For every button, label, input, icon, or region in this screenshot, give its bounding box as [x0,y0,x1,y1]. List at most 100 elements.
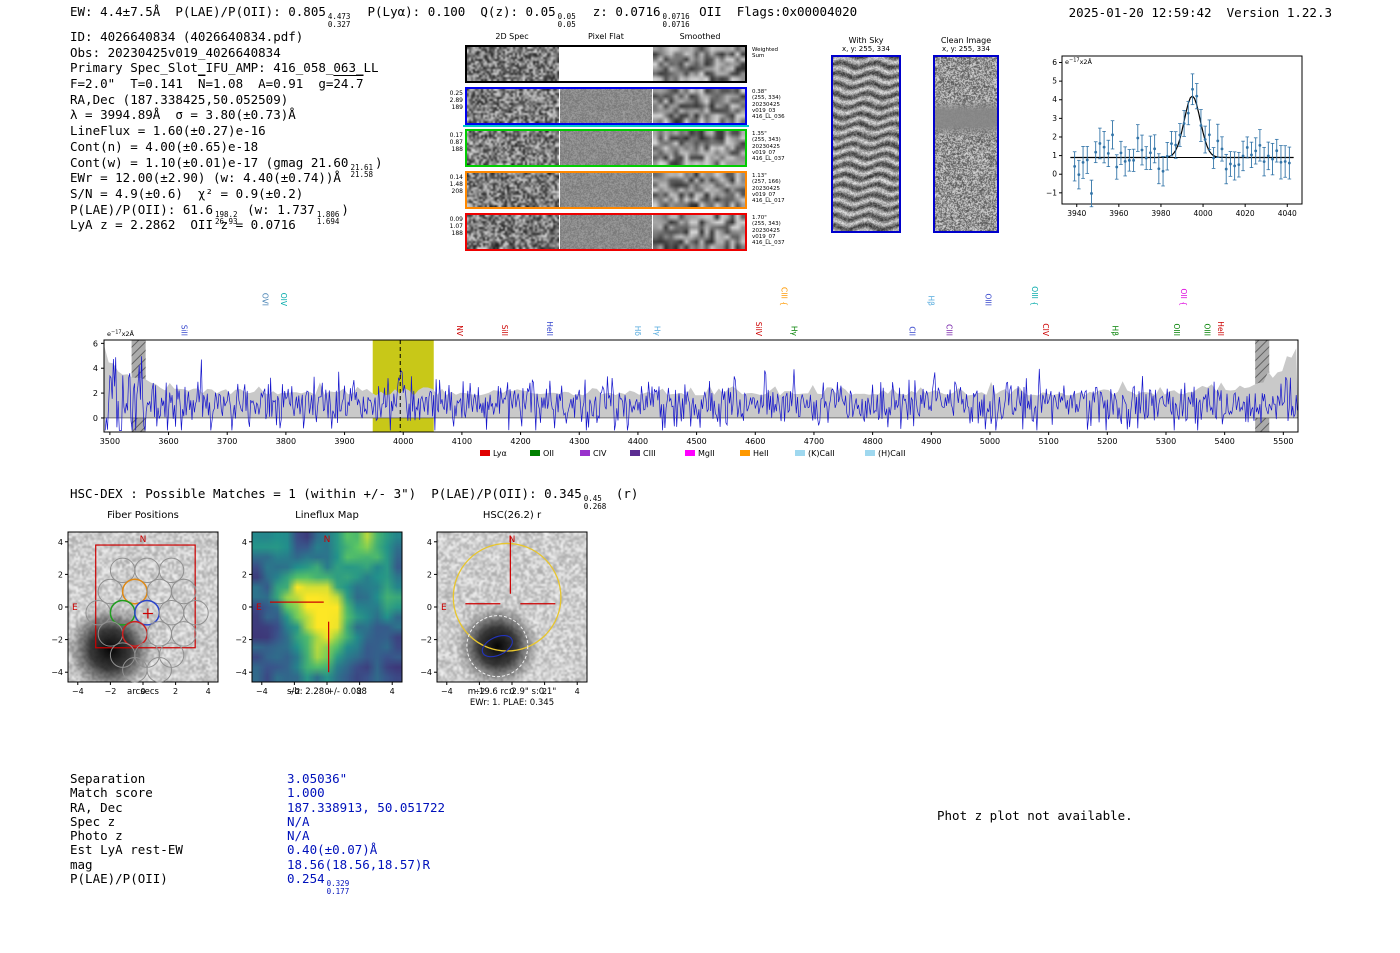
lineflux-map-axes: −4−4−2−2002244s/b: 2.28 +/- 0.088NE [235,531,403,697]
emission-line-label: SiIV [754,322,763,337]
emission-line-label: Hβ [1111,326,1120,337]
svg-text:0: 0 [242,603,247,612]
emission-line-label: OIII { [1030,286,1039,306]
svg-text:4: 4 [427,538,432,547]
withsky-image [831,55,901,233]
match-table-row: P(LAE)/P(OII) 0.254 0.329 0.177 [70,871,350,896]
smoothed-image [653,131,745,165]
spec2d-row-values: 0.09 1.07 188 [449,216,463,237]
svg-text:−2: −2 [235,636,247,645]
svg-text:4020: 4020 [1236,209,1255,218]
svg-text:2: 2 [1052,132,1057,141]
spec2d-col-header: Pixel Flat [588,32,624,41]
svg-text:2: 2 [58,570,63,579]
svg-text:4000: 4000 [1194,209,1213,218]
info-line: S/N = 4.9(±0.6) χ² = 0.9(±0.2) [70,185,304,201]
spec2d-col-header: Smoothed [679,32,721,41]
svg-text:s/b: 2.28 +/- 0.088: s/b: 2.28 +/- 0.088 [287,687,367,697]
spec2d-row [465,171,747,209]
svg-text:2: 2 [93,389,98,398]
clean-image [933,55,999,233]
withsky-title: With Sky [848,36,884,45]
svg-text:4000: 4000 [393,437,413,446]
svg-text:5300: 5300 [1156,437,1176,446]
emission-line-label: OII { [1179,289,1188,306]
svg-text:0: 0 [58,603,63,612]
svg-text:4500: 4500 [686,437,706,446]
emission-line-label: Hγ [790,326,799,337]
pixelflat-image [560,215,652,249]
compass-east-label: E [256,603,262,613]
info-line: EWr = 12.00(±2.90) (w: 4.40(±0.74))Å [70,170,341,186]
withsky-panel: With Sky x, y: 255, 334 [828,36,904,233]
emission-line-label: Hδ [633,326,642,337]
spec2d-row [465,213,747,251]
legend-label: (H)CaII [878,449,905,458]
svg-text:6: 6 [1052,58,1057,67]
photz-note: Phot z plot not available. [937,808,1133,823]
svg-text:4: 4 [58,538,63,547]
compass-north-label: N [324,535,331,545]
match-table-row: Separation 3.05036" [70,771,348,786]
svg-text:5400: 5400 [1214,437,1234,446]
emission-line-label: Hβ [926,296,935,307]
info-line: Primary Spec_Slot_IFU_AMP: 416_058_063_L… [70,60,379,76]
svg-text:−1: −1 [1046,188,1057,197]
clean-image-panel: Clean Image x, y: 255, 334 [930,36,1002,233]
header-summary: EW: 4.4±7.5Å P(LAE)/P(OII): 0.805 4.473 0.… [70,4,858,29]
spec2d-image [467,47,559,81]
info-line: Obs: 20230425v019_4026640834 [70,44,281,60]
svg-text:−2: −2 [51,636,63,645]
svg-text:5500: 5500 [1273,437,1293,446]
info-line: ID: 4026640834 (4026640834.pdf) [70,29,304,44]
svg-text:−2: −2 [104,687,116,696]
svg-text:0: 0 [93,414,98,423]
emission-line-label: SiII [179,325,188,336]
spec2d-row-meta: Weighted Sum [752,47,779,60]
fiber-positions-axes: −4−4−2−2002244arcsecsNE [51,531,219,697]
emission-line-label: HeII [545,321,554,336]
pixelflat-image [560,131,652,165]
spec2d-row-meta: 0.38" (255, 334) 20230425 v019_03 416_LL_036 [752,89,785,121]
svg-text:3600: 3600 [158,437,178,446]
spec2d-row [465,45,747,83]
zoom-plot-svg: 3940 3960 3980 4000 4020 4040 −1 0 1 2 3 4 5 6 e−17x2Å [1046,55,1303,218]
legend-label: CIII [643,449,656,458]
svg-text:3980: 3980 [1151,209,1170,218]
spec2d-row [465,129,747,167]
emission-line-label: CIV [1041,323,1050,336]
info-line: P(LAE)/P(OII): 61.6 198.2 26.93 (w: 1.737 1… [70,201,349,227]
spec2d-row-values: 0.25 2.89 189 [449,90,463,111]
main-spectrum-svg: 3500 3600 3700 3800 3900 4000 4100 4200 4300 4400… [93,286,1299,458]
svg-text:e−17x2Å: e−17x2Å [1065,57,1093,66]
emission-line-label: OIII [1203,323,1212,336]
svg-text:3960: 3960 [1109,209,1128,218]
match-table-row: Spec z N/A [70,813,310,829]
legend-label: HeII [753,449,769,458]
pixelflat-image [560,89,652,123]
svg-text:EWr: 1. PLAE: 0.345: EWr: 1. PLAE: 0.345 [470,698,554,708]
svg-text:6: 6 [93,339,98,348]
info-line: λ = 3994.89Å σ = 3.80(±0.73)Å [70,107,296,123]
spec2d-panel: 2D Spec Pixel Flat Smoothed Weighted Sum 0.2… [450,32,785,254]
info-line: Cont(n) = 4.00(±0.65)e-18 [70,138,259,154]
spec2d-image [467,89,559,123]
svg-text:5: 5 [1052,77,1057,86]
svg-text:4: 4 [575,687,580,696]
svg-text:4700: 4700 [804,437,824,446]
svg-text:3940: 3940 [1067,209,1086,218]
version-text: Version 1.22.3 [1226,5,1332,20]
svg-text:e−17x2Å: e−17x2Å [107,329,135,338]
svg-text:3900: 3900 [334,437,354,446]
svg-text:5200: 5200 [1097,437,1117,446]
svg-text:−4: −4 [235,668,247,677]
emission-line-label: SiII [500,325,509,336]
smoothed-image [653,89,745,123]
spec2d-image [467,173,559,207]
smoothed-image [653,215,745,249]
svg-text:4400: 4400 [628,437,648,446]
svg-text:1: 1 [1052,151,1057,160]
hsc-cutout-axes: −4−4−2−2002244m:19.6 rc:2.9" s:0.1"EWr: … [420,531,588,708]
compass-east-label: E [441,603,447,613]
legend-label: OII [543,449,554,458]
